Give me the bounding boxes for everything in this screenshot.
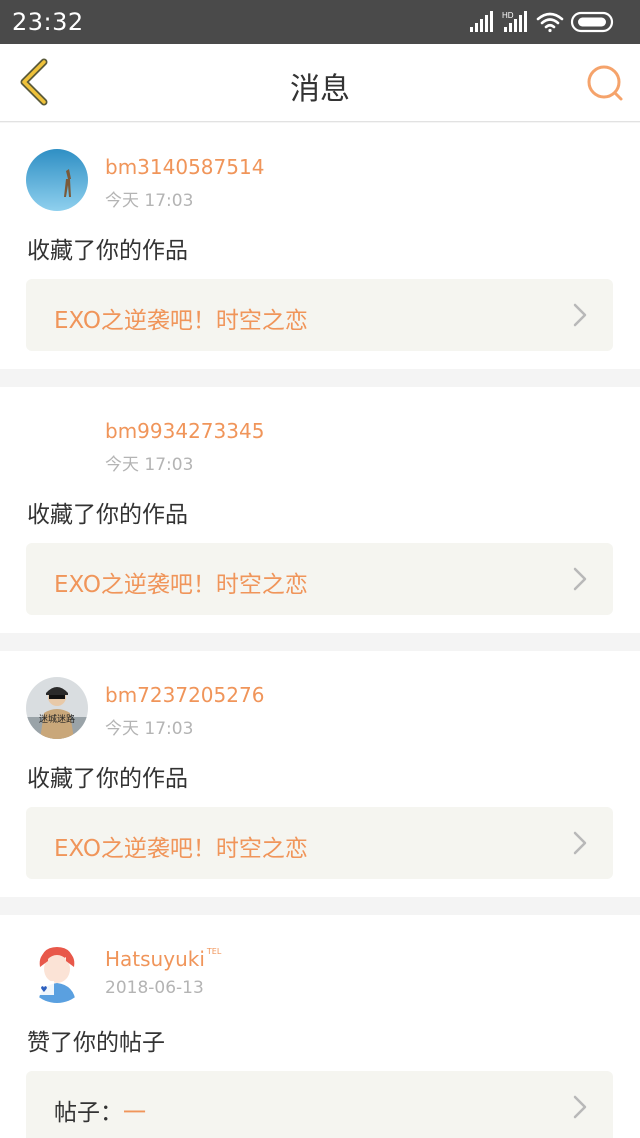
work-link[interactable]: EXO之逆袭吧！时空之恋 (26, 543, 613, 615)
divider (0, 633, 640, 651)
action-text: 收藏了你的作品 (27, 766, 188, 792)
username[interactable]: bm7237205276 (105, 683, 264, 707)
message-item: ♥ Hatsuyuki TEL 2018-06-13 赞了你的帖子 帖子：一 (0, 915, 640, 1138)
work-link[interactable]: EXO之逆袭吧！时空之恋 (26, 807, 613, 879)
timestamp: 今天 17:03 (105, 455, 194, 475)
divider (0, 369, 640, 387)
action-text: 收藏了你的作品 (27, 502, 188, 528)
search-button[interactable] (582, 60, 626, 106)
message-list: bm3140587514 今天 17:03 收藏了你的作品 EXO之逆袭吧！时空… (0, 123, 640, 1138)
username[interactable]: bm9934273345 (105, 419, 264, 443)
nav-bar: 消息 (0, 44, 640, 122)
post-title: 一 (123, 1100, 146, 1126)
work-title: EXO之逆袭吧！时空之恋 (54, 836, 308, 862)
username-text: Hatsuyuki (105, 947, 205, 971)
chevron-right-icon (573, 831, 587, 855)
status-time: 23:32 (12, 8, 84, 36)
post-title-row: 帖子：一 (54, 1093, 146, 1127)
message-item: bm3140587514 今天 17:03 收藏了你的作品 EXO之逆袭吧！时空… (0, 123, 640, 369)
status-icons: HD (470, 11, 614, 33)
timestamp: 2018-06-13 (105, 978, 204, 998)
hd-label: HD (502, 11, 514, 20)
chevron-right-icon (573, 303, 587, 327)
avatar[interactable]: ♥ (26, 941, 88, 1003)
battery-icon (570, 11, 614, 33)
action-text: 收藏了你的作品 (27, 238, 188, 264)
hd-signal-icon: HD (502, 11, 527, 32)
avatar[interactable] (26, 413, 88, 475)
svg-text:迷城迷路: 迷城迷路 (39, 713, 75, 725)
wifi-icon (536, 12, 564, 33)
avatar[interactable]: 迷城迷路 (26, 677, 88, 739)
post-link[interactable]: 帖子：一 (26, 1071, 613, 1138)
message-item: 迷城迷路 bm7237205276 今天 17:03 收藏了你的作品 EXO之逆… (0, 651, 640, 897)
post-label: 帖子： (54, 1100, 123, 1126)
work-link[interactable]: EXO之逆袭吧！时空之恋 (26, 279, 613, 351)
status-bar: 23:32 HD (0, 0, 640, 44)
signal-icon (470, 11, 493, 32)
username[interactable]: Hatsuyuki TEL (105, 947, 221, 971)
chevron-right-icon (573, 567, 587, 591)
chevron-right-icon (573, 1095, 587, 1119)
divider (0, 897, 640, 915)
work-title: EXO之逆袭吧！时空之恋 (54, 308, 308, 334)
timestamp: 今天 17:03 (105, 719, 194, 739)
svg-text:♥: ♥ (40, 985, 47, 994)
message-item: bm9934273345 今天 17:03 收藏了你的作品 EXO之逆袭吧！时空… (0, 387, 640, 633)
avatar[interactable] (26, 149, 88, 211)
work-title: EXO之逆袭吧！时空之恋 (54, 572, 308, 598)
timestamp: 今天 17:03 (105, 191, 194, 211)
action-text: 赞了你的帖子 (27, 1030, 165, 1056)
username[interactable]: bm3140587514 (105, 155, 264, 179)
user-badge: TEL (206, 947, 222, 956)
search-icon (587, 65, 623, 101)
page-title: 消息 (290, 72, 350, 107)
